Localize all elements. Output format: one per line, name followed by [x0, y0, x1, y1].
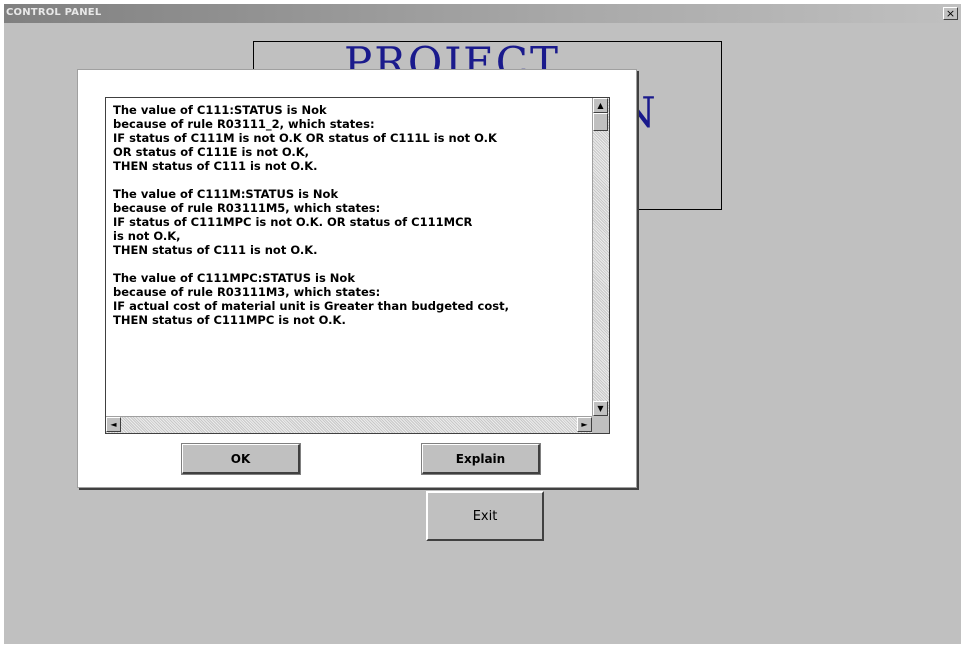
exit-button[interactable]: Exit	[426, 491, 544, 541]
text-line: The value of C111M:STATUS is Nok	[113, 187, 339, 201]
explanation-text: The value of C111:STATUS is Nok because …	[113, 103, 588, 341]
ok-button-label: OK	[230, 451, 251, 466]
explanation-dialog: The value of C111:STATUS is Nok because …	[77, 69, 637, 488]
scrollbar-corner	[592, 416, 609, 433]
text-line: THEN status of C111 is not O.K.	[113, 243, 318, 257]
scroll-right-button[interactable]: ►	[577, 417, 592, 432]
arrow-right-icon: ►	[581, 420, 588, 429]
vertical-scrollbar[interactable]: ▲ ▼	[592, 98, 609, 416]
text-line: is not O.K,	[113, 229, 181, 243]
scroll-down-button[interactable]: ▼	[593, 401, 608, 416]
title-bar: CONTROL PANEL ×	[4, 4, 961, 23]
explanation-text-area[interactable]: The value of C111:STATUS is Nok because …	[105, 97, 610, 434]
vertical-scroll-thumb[interactable]	[593, 113, 608, 131]
arrow-up-icon: ▲	[597, 101, 604, 110]
explanation-paragraph: The value of C111MPC:STATUS is Nok becau…	[113, 271, 588, 327]
arrow-left-icon: ◄	[110, 420, 117, 429]
ok-button[interactable]: OK	[181, 443, 301, 475]
text-line: because of rule R03111M3, which states:	[113, 285, 381, 299]
text-line: IF status of C111M is not O.K OR status …	[113, 131, 497, 145]
explanation-paragraph: The value of C111M:STATUS is Nok because…	[113, 187, 588, 257]
text-line: because of rule R03111_2, which states:	[113, 117, 375, 131]
explanation-paragraph: The value of C111:STATUS is Nok because …	[113, 103, 588, 173]
close-button[interactable]: ×	[943, 7, 958, 20]
scroll-left-button[interactable]: ◄	[106, 417, 121, 432]
control-panel-window: CONTROL PANEL × PROJECT N Exit The value…	[4, 4, 961, 644]
window-title: CONTROL PANEL	[6, 7, 102, 18]
close-icon: ×	[945, 7, 956, 20]
arrow-down-icon: ▼	[597, 404, 604, 413]
exit-button-label: Exit	[472, 508, 498, 524]
horizontal-scrollbar[interactable]: ◄ ►	[106, 416, 592, 433]
text-line: IF actual cost of material unit is Great…	[113, 299, 509, 313]
explain-button[interactable]: Explain	[421, 443, 541, 475]
explain-button-label: Explain	[455, 451, 506, 466]
text-line: THEN status of C111MPC is not O.K.	[113, 313, 346, 327]
scroll-up-button[interactable]: ▲	[593, 98, 608, 113]
text-line: because of rule R03111M5, which states:	[113, 201, 381, 215]
text-line: The value of C111MPC:STATUS is Nok	[113, 271, 355, 285]
text-line: OR status of C111E is not O.K,	[113, 145, 310, 159]
text-line: THEN status of C111 is not O.K.	[113, 159, 318, 173]
text-line: IF status of C111MPC is not O.K. OR stat…	[113, 215, 473, 229]
text-line: The value of C111:STATUS is Nok	[113, 103, 327, 117]
